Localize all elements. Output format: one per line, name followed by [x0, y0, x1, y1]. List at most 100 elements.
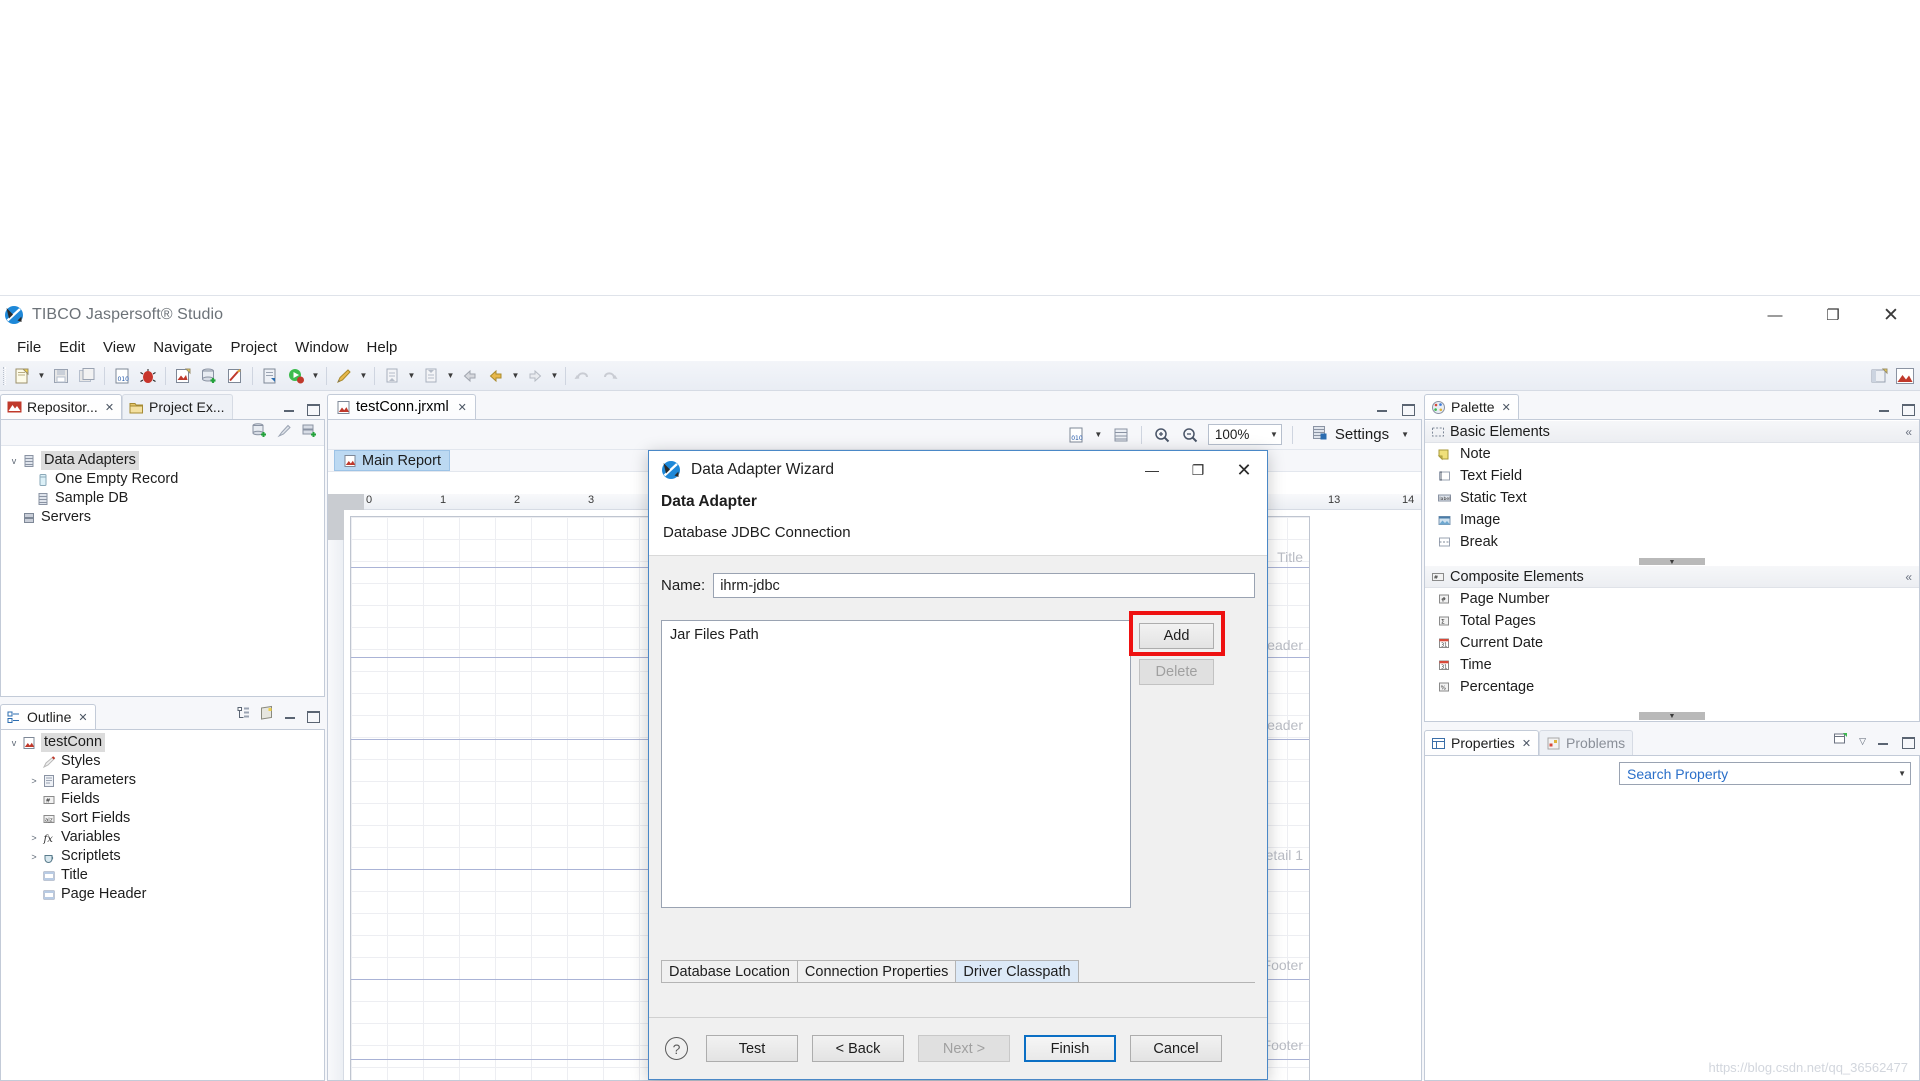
view-menu-icon[interactable]: ▽ — [1859, 736, 1866, 747]
tree-item-scriptlets[interactable]: > Scriptlets — [1, 847, 324, 866]
minimize-view-icon[interactable] — [283, 402, 296, 415]
tab-properties[interactable]: Properties ✕ — [1424, 730, 1540, 755]
zoom-level-select[interactable]: 100% ▼ — [1207, 424, 1282, 445]
back-button[interactable]: < Back — [812, 1035, 904, 1062]
close-button[interactable]: ✕ — [1862, 296, 1920, 334]
menu-item-view[interactable]: View — [94, 337, 144, 358]
maximize-view-icon[interactable] — [1901, 402, 1915, 416]
tree-item-servers[interactable]: Servers — [1, 508, 324, 527]
forward-arrow-icon[interactable] — [523, 364, 547, 388]
finish-button[interactable]: Finish — [1024, 1035, 1116, 1062]
palette-item-current-date[interactable]: 31 Current Date — [1425, 632, 1919, 654]
collapse-icon[interactable]: « — [1905, 570, 1912, 584]
next-annotation-icon[interactable] — [380, 364, 404, 388]
redo-icon[interactable] — [597, 364, 621, 388]
new-icon[interactable] — [10, 364, 34, 388]
back-arrow-icon[interactable] — [458, 364, 482, 388]
close-icon[interactable]: ✕ — [1502, 401, 1511, 414]
tab-repository[interactable]: Repositor... ✕ — [0, 394, 123, 419]
palette-item-time[interactable]: 31 Time — [1425, 654, 1919, 676]
menu-item-window[interactable]: Window — [286, 337, 357, 358]
menu-item-edit[interactable]: Edit — [50, 337, 94, 358]
new-dropdown-icon[interactable]: ▼ — [35, 364, 48, 388]
close-icon[interactable]: ✕ — [78, 711, 87, 724]
tree-item-page-header-band[interactable]: Page Header — [1, 885, 324, 904]
tree-item-testconn[interactable]: v testConn — [1, 733, 324, 752]
maximize-view-icon[interactable] — [306, 402, 320, 416]
help-icon[interactable]: ? — [665, 1037, 688, 1060]
tree-item-variables[interactable]: > fx Variables — [1, 828, 324, 847]
preview-icon[interactable] — [258, 364, 282, 388]
minimize-view-icon[interactable] — [284, 709, 297, 722]
new-property-icon[interactable] — [1833, 731, 1848, 751]
maximize-editor-icon[interactable] — [1401, 402, 1415, 416]
maximize-button[interactable]: ❐ — [1804, 296, 1862, 334]
menu-item-project[interactable]: Project — [221, 337, 286, 358]
save-all-icon[interactable] — [75, 364, 99, 388]
tab-driver-classpath[interactable]: Driver Classpath — [956, 960, 1079, 983]
palette-item-total-pages[interactable]: Σ Total Pages — [1425, 610, 1919, 632]
settings-button[interactable]: Settings ▼ — [1307, 424, 1413, 446]
minimize-view-icon[interactable] — [1878, 402, 1891, 415]
show-data-icon[interactable]: 010 — [1065, 424, 1087, 446]
prev-annotation-icon[interactable] — [419, 364, 443, 388]
forward-dropdown-icon[interactable]: ▼ — [548, 364, 561, 388]
hierarchy-icon[interactable] — [237, 706, 251, 725]
palette-section-composite-elements[interactable]: # Composite Elements « — [1425, 565, 1919, 588]
close-icon[interactable]: ✕ — [458, 401, 467, 414]
dialog-close-button[interactable]: ✕ — [1221, 451, 1267, 489]
twisty-icon[interactable]: > — [27, 833, 41, 843]
zoom-in-icon[interactable] — [1151, 424, 1173, 446]
tree-item-one-empty-record[interactable]: One Empty Record — [1, 470, 324, 489]
run-dropdown-icon[interactable]: ▼ — [309, 364, 322, 388]
test-button[interactable]: Test — [706, 1035, 798, 1062]
back-history-icon[interactable] — [484, 364, 508, 388]
open-perspective-icon[interactable] — [1867, 364, 1891, 388]
name-input[interactable]: ihrm-jdbc — [713, 573, 1255, 598]
save-icon[interactable] — [49, 364, 73, 388]
palette-item-image[interactable]: Image — [1425, 509, 1919, 531]
tree-item-sample-db[interactable]: Sample DB — [1, 489, 324, 508]
minimize-button[interactable]: — — [1746, 296, 1804, 334]
add-button[interactable]: Add — [1139, 623, 1214, 649]
tree-item-sort-fields[interactable]: a|z Sort Fields — [1, 809, 324, 828]
debug-icon[interactable] — [136, 364, 160, 388]
tab-outline[interactable]: Outline ✕ — [0, 704, 96, 729]
back-dropdown-icon[interactable]: ▼ — [509, 364, 522, 388]
close-icon[interactable]: ✕ — [1522, 737, 1531, 750]
minimize-editor-icon[interactable] — [1376, 402, 1389, 415]
edit-dropdown-icon[interactable]: ▼ — [357, 364, 370, 388]
new-report-icon[interactable] — [171, 364, 195, 388]
connect-icon[interactable] — [276, 422, 293, 444]
maximize-view-icon[interactable] — [306, 709, 320, 723]
report-outline-icon[interactable] — [260, 705, 275, 725]
close-icon[interactable]: ✕ — [105, 401, 114, 414]
tab-database-location[interactable]: Database Location — [661, 960, 798, 983]
next-annotation-dropdown-icon[interactable]: ▼ — [405, 364, 418, 388]
dialog-maximize-button[interactable]: ❐ — [1175, 451, 1221, 489]
run-icon[interactable] — [284, 364, 308, 388]
tab-problems[interactable]: Problems — [1539, 730, 1634, 755]
zoom-out-icon[interactable] — [1179, 424, 1201, 446]
twisty-icon[interactable]: v — [7, 738, 21, 748]
cancel-button[interactable]: Cancel — [1130, 1035, 1222, 1062]
chevron-down-icon[interactable]: ▼ — [1898, 769, 1906, 778]
prev-annotation-dropdown-icon[interactable]: ▼ — [444, 364, 457, 388]
palette-item-page-number[interactable]: # Page Number — [1425, 588, 1919, 610]
palette-item-note[interactable]: Note — [1425, 443, 1919, 465]
tab-main-report[interactable]: Main Report — [334, 450, 450, 471]
chevron-down-icon[interactable]: ▼ — [1401, 430, 1409, 439]
bands-icon[interactable] — [1110, 424, 1132, 446]
collapse-icon[interactable]: « — [1905, 425, 1912, 439]
tab-palette[interactable]: Palette ✕ — [1424, 394, 1519, 419]
menu-item-help[interactable]: Help — [358, 337, 407, 358]
show-data-dropdown-icon[interactable]: ▼ — [1092, 423, 1105, 447]
studio-perspective-icon[interactable] — [1893, 364, 1917, 388]
tree-item-title-band[interactable]: Title — [1, 866, 324, 885]
palette-item-percentage[interactable]: % Percentage — [1425, 676, 1919, 698]
palette-item-text-field[interactable]: Text Field — [1425, 465, 1919, 487]
tab-project-explorer[interactable]: Project Ex... — [122, 394, 233, 419]
tab-testconn-jrxml[interactable]: testConn.jrxml ✕ — [327, 394, 476, 419]
new-data-adapter-icon[interactable] — [251, 422, 268, 444]
twisty-icon[interactable]: > — [27, 852, 41, 862]
